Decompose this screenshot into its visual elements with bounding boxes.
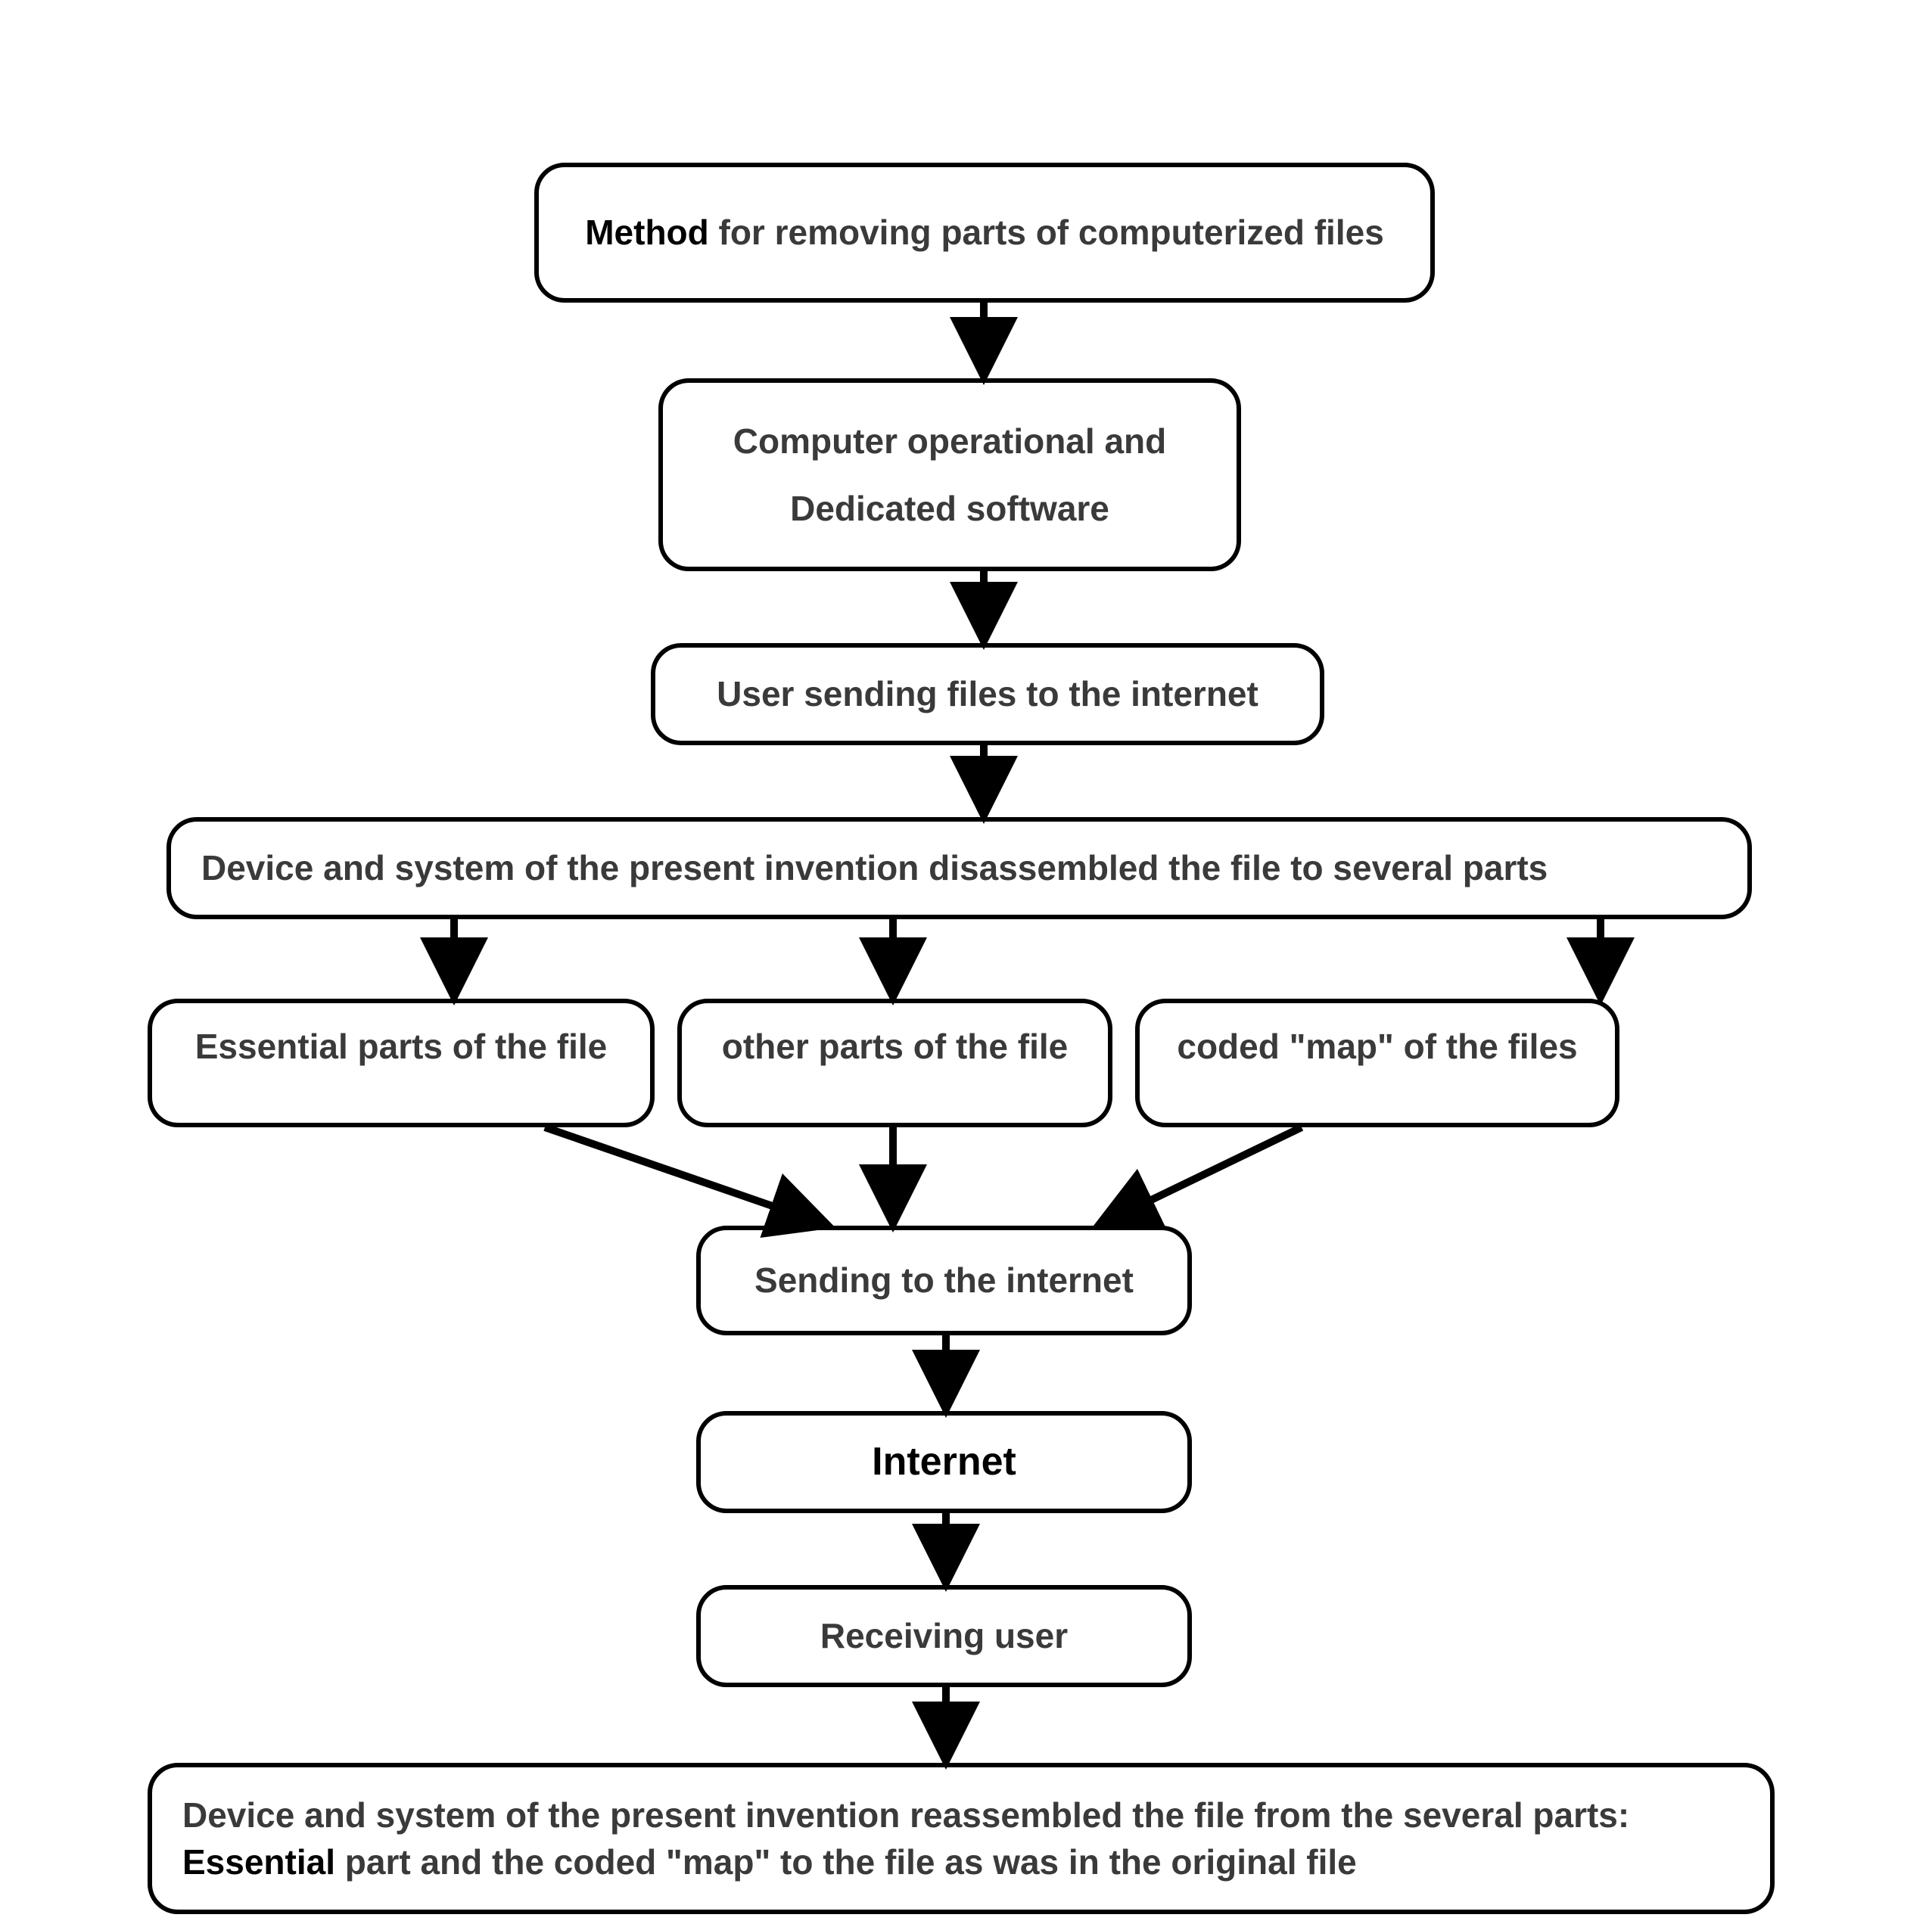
node-sending-internet: Sending to the internet [696, 1226, 1192, 1335]
node-essential-label: Essential parts of the file [170, 1023, 632, 1070]
node-method-bold: Method [585, 213, 709, 252]
node-disassemble-label: Device and system of the present inventi… [201, 844, 1717, 891]
node-computer-line2: Dedicated software [681, 485, 1218, 532]
node-user-sending: User sending files to the internet [651, 643, 1324, 745]
node-sending-internet-label: Sending to the internet [719, 1257, 1169, 1304]
arrow-n5-n8 [545, 1127, 825, 1224]
node-method-rest: for removing parts of computerized files [709, 213, 1384, 252]
arrow-n7-n8 [1101, 1127, 1302, 1224]
node-internet: Internet [696, 1411, 1192, 1513]
node-reassemble-part-a: Device and system of the present inventi… [182, 1795, 1629, 1835]
node-computer-operational: Computer operational and Dedicated softw… [658, 378, 1241, 571]
node-receiving-user: Receiving user [696, 1585, 1192, 1687]
node-internet-label: Internet [719, 1435, 1169, 1488]
node-reassemble: Device and system of the present inventi… [148, 1763, 1775, 1914]
flowchart-canvas: Method for removing parts of computerize… [0, 0, 1932, 1927]
node-method: Method for removing parts of computerize… [534, 163, 1435, 303]
node-coded-map-label: coded "map" of the files [1158, 1023, 1597, 1070]
node-receiving-user-label: Receiving user [719, 1612, 1169, 1659]
node-disassemble: Device and system of the present inventi… [166, 817, 1752, 919]
node-coded-map: coded "map" of the files [1135, 999, 1619, 1127]
node-essential-parts: Essential parts of the file [148, 999, 655, 1127]
node-reassemble-part-b: Essential [182, 1842, 335, 1882]
node-other-parts: other parts of the file [677, 999, 1112, 1127]
node-user-sending-label: User sending files to the internet [674, 670, 1302, 717]
node-computer-line1: Computer operational and [681, 418, 1218, 465]
node-other-label: other parts of the file [700, 1023, 1090, 1070]
node-reassemble-part-c: part and the coded "map" to the file as … [335, 1842, 1357, 1882]
